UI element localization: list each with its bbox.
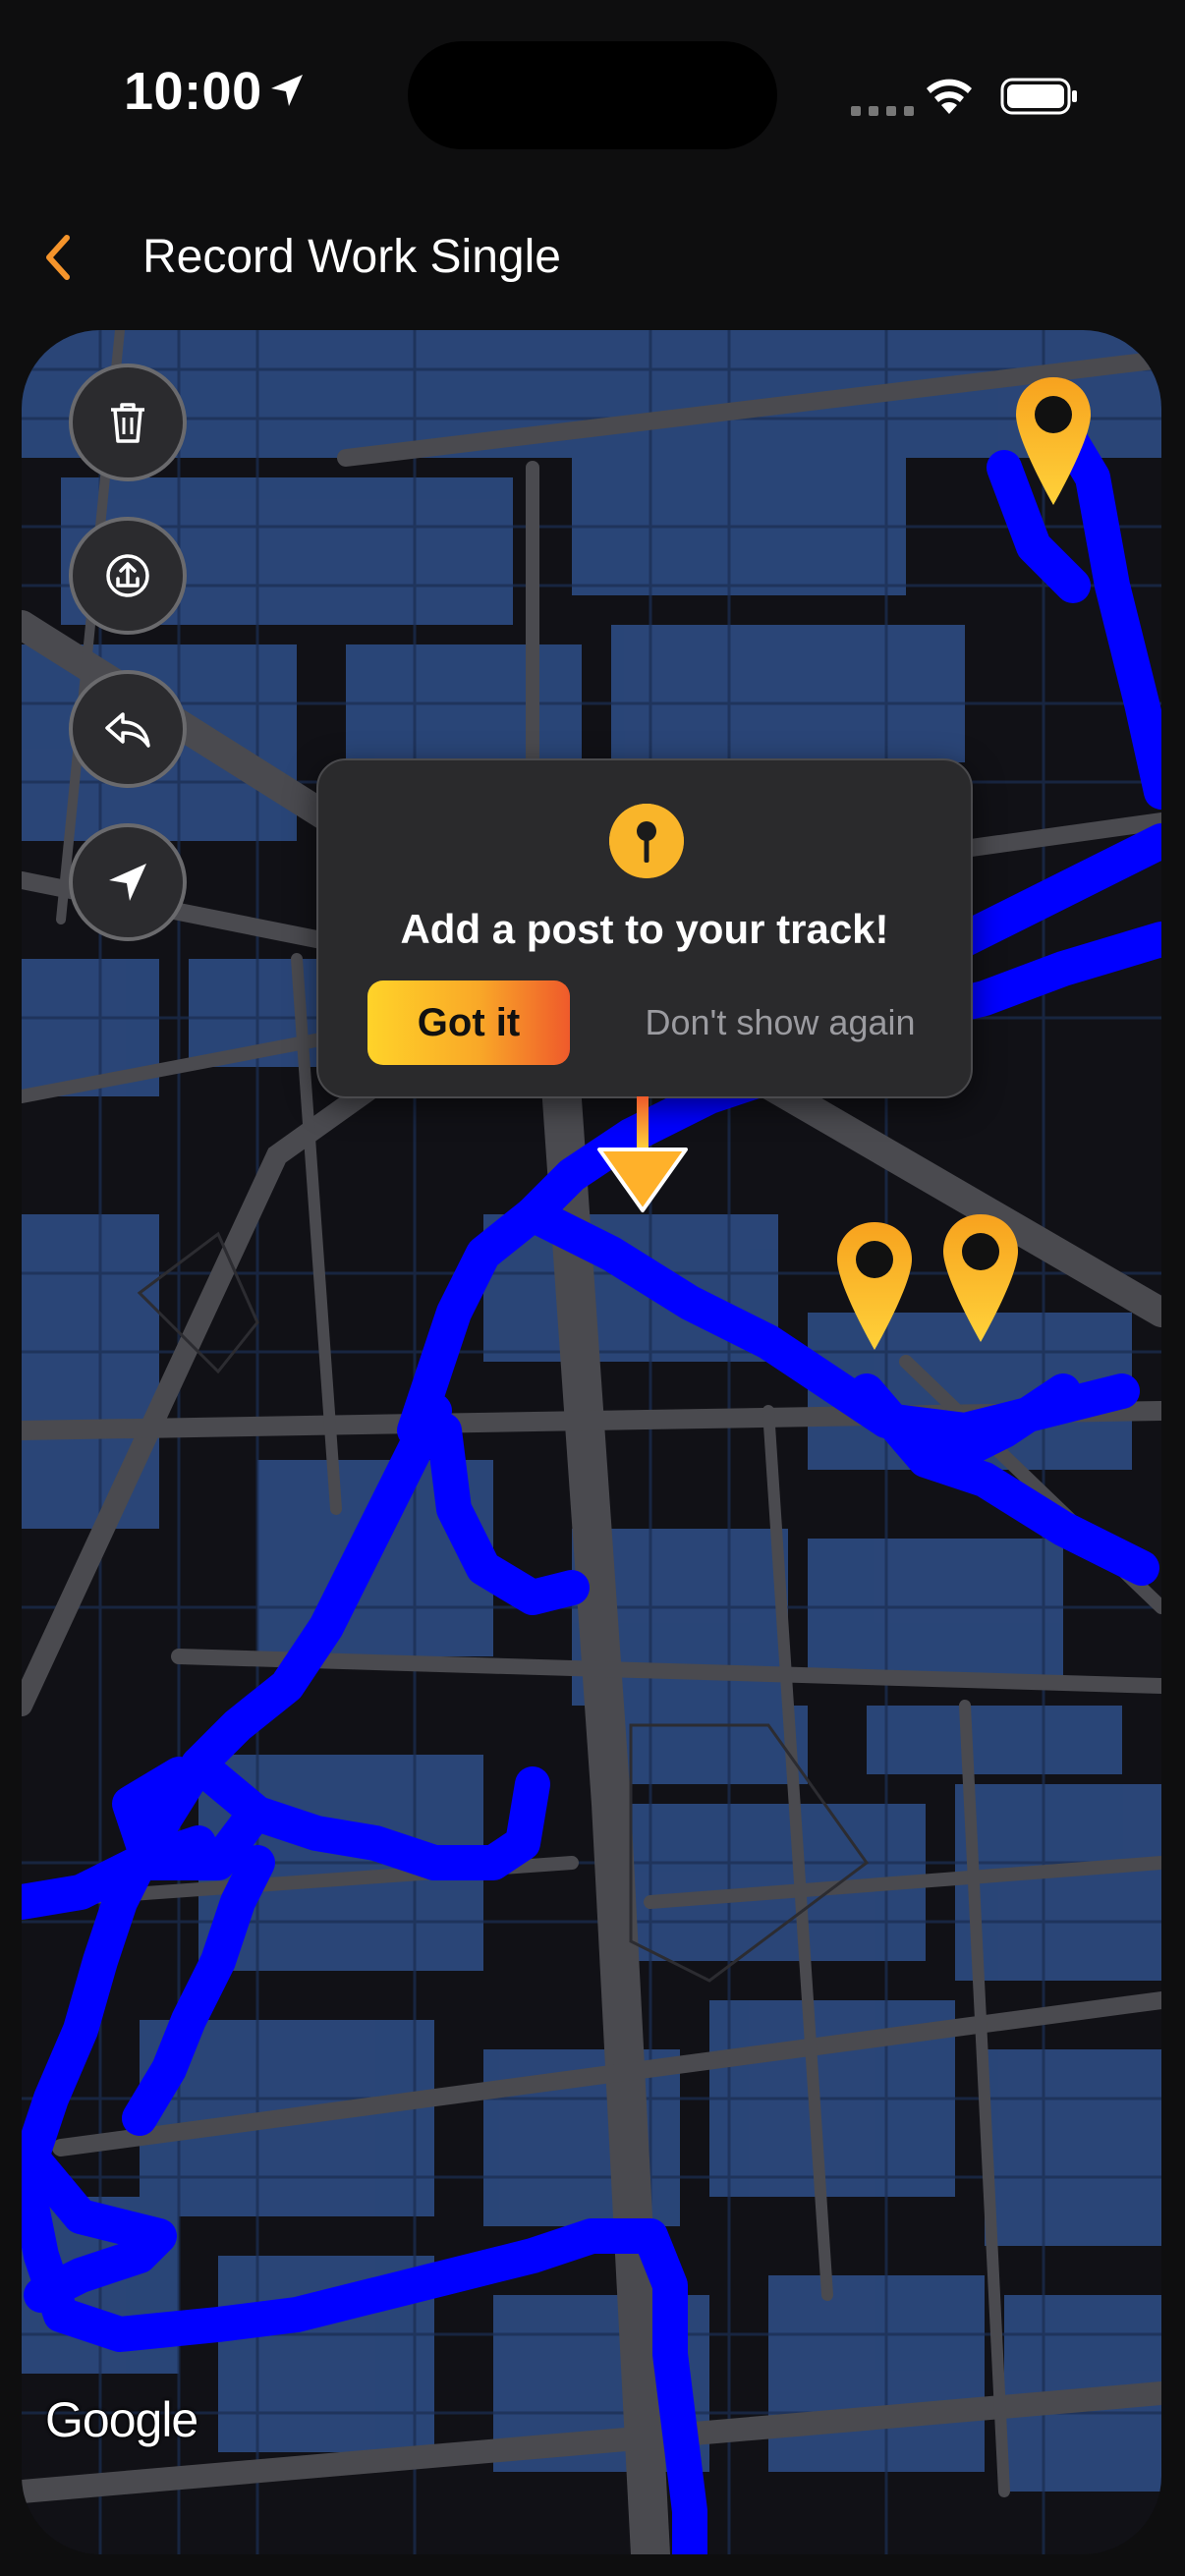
- dynamic-island: [408, 41, 777, 149]
- dont-show-again-button[interactable]: Don't show again: [613, 980, 947, 1065]
- arrow-down-icon: [597, 1096, 688, 1212]
- status-time: 10:00: [124, 62, 262, 121]
- page-title: Record Work Single: [142, 231, 561, 283]
- delete-button[interactable]: [69, 364, 187, 481]
- reply-icon: [105, 712, 150, 748]
- locate-button[interactable]: [69, 823, 187, 941]
- google-attribution: Google: [45, 2392, 198, 2447]
- cellular-signal-icon: [851, 106, 914, 116]
- share-icon: [106, 554, 149, 597]
- trash-icon: [111, 403, 144, 443]
- pin-icon: [609, 804, 684, 878]
- navigation-arrow-icon: [109, 864, 146, 901]
- status-bar: 10:00: [0, 0, 1185, 196]
- map-pin-icon[interactable]: [833, 1218, 916, 1354]
- battery-icon: [1000, 78, 1077, 115]
- map-pin-icon[interactable]: [939, 1210, 1022, 1346]
- map-view[interactable]: Google: [22, 330, 1161, 2554]
- location-arrow-icon: [271, 75, 303, 106]
- tooltip-title: Add a post to your track!: [400, 906, 889, 952]
- wifi-icon: [927, 79, 972, 114]
- got-it-button[interactable]: Got it: [367, 980, 570, 1065]
- add-post-tooltip: Add a post to your track! Got it Don't s…: [316, 758, 973, 1098]
- map-pin-icon[interactable]: [1012, 373, 1095, 509]
- chevron-left-icon[interactable]: [35, 228, 83, 287]
- map-canvas[interactable]: [22, 330, 1161, 2554]
- share-button[interactable]: [69, 517, 187, 635]
- undo-button[interactable]: [69, 670, 187, 788]
